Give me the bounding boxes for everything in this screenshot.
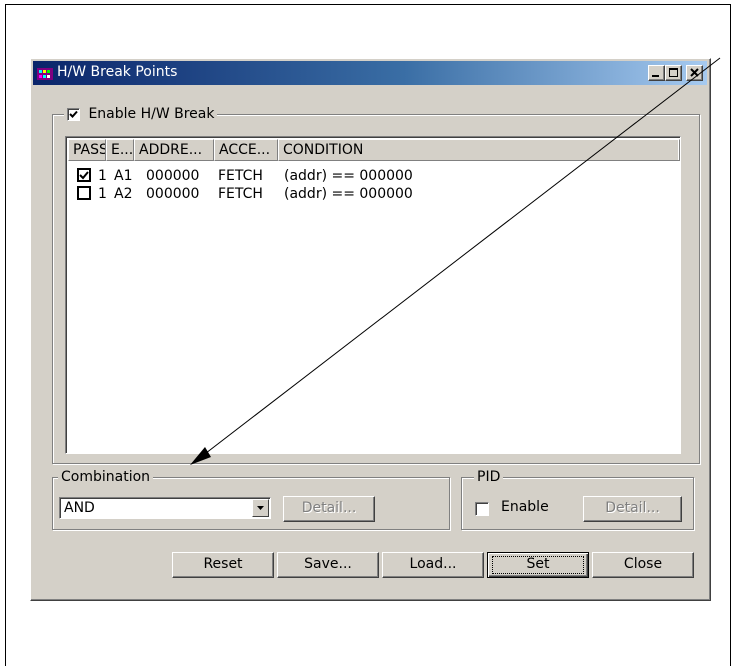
callout-arrow xyxy=(190,57,721,465)
arrowhead-icon xyxy=(190,447,211,465)
